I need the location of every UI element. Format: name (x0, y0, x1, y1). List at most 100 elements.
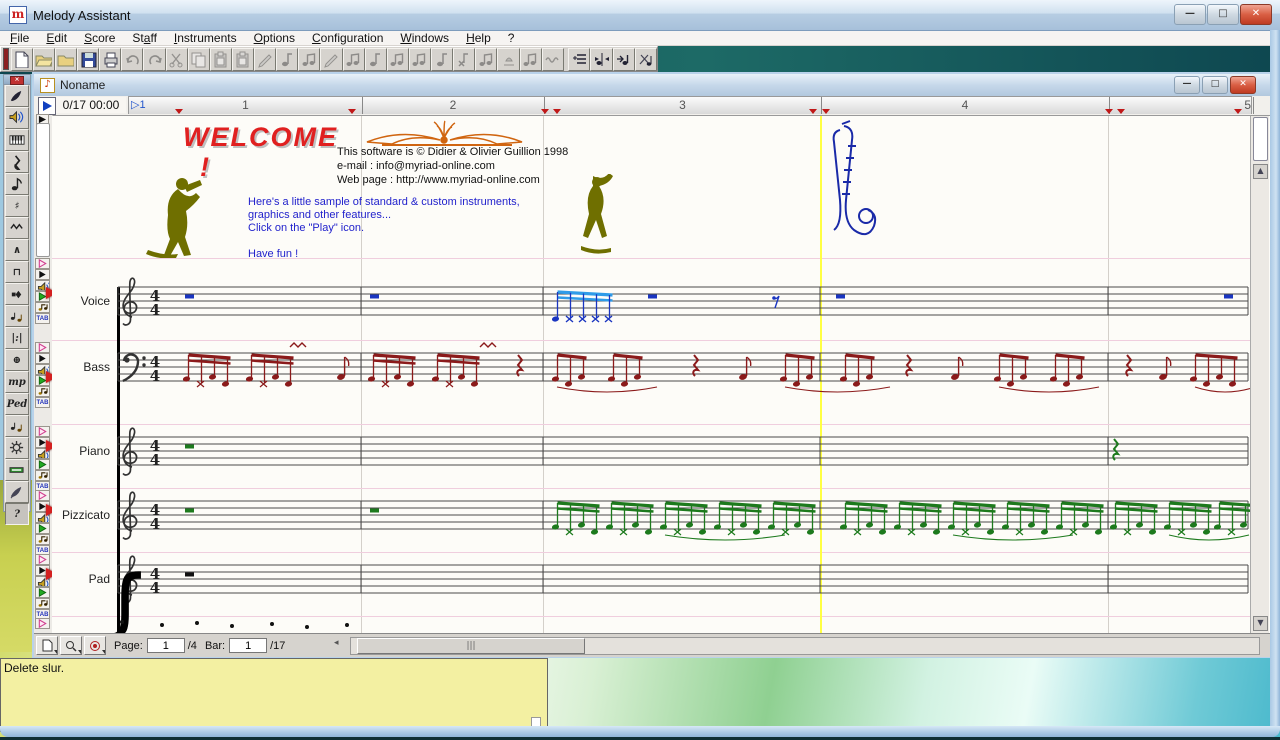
staff-list-button[interactable] (568, 48, 590, 71)
menu-help[interactable]: Help (466, 31, 491, 45)
notes-icon[interactable] (35, 302, 50, 313)
play-outline-icon[interactable] (35, 618, 50, 629)
accent-tool-button[interactable]: ∧ (5, 239, 29, 261)
ruler-measure-5[interactable]: 5 (1109, 97, 1254, 114)
play-outline-icon[interactable] (35, 426, 50, 437)
list-icon (571, 51, 588, 68)
pencil-icon (257, 51, 274, 68)
notes-icon[interactable] (35, 534, 50, 545)
app-icon: m (9, 6, 27, 24)
quill-tool-button[interactable] (5, 481, 29, 503)
print-button[interactable] (99, 48, 121, 71)
record-mode-button[interactable] (84, 636, 106, 655)
horizontal-scrollbar-thumb[interactable]: ||| (357, 638, 585, 654)
tab-icon[interactable]: TAB (35, 397, 50, 408)
open-file-button[interactable] (33, 48, 55, 71)
play-outline-icon[interactable] (35, 342, 50, 353)
play-green-icon[interactable] (35, 523, 50, 534)
ruler-measure-3[interactable]: 3 (544, 97, 822, 114)
new-document-button[interactable] (11, 48, 33, 71)
sound-tool-button[interactable] (5, 107, 29, 129)
bar-input[interactable] (229, 638, 267, 653)
minimize-button[interactable]: — (1174, 76, 1200, 94)
staff-bass[interactable]: 44 (52, 333, 1250, 417)
align-icon (593, 51, 610, 68)
play-black-icon[interactable] (35, 353, 50, 364)
menu-?[interactable]: ? (508, 31, 515, 45)
close-file-button[interactable] (55, 48, 77, 71)
close-button[interactable]: ✕ (1230, 76, 1256, 94)
menu-staff[interactable]: Staff (132, 31, 156, 45)
svg-text:4: 4 (150, 451, 160, 469)
save-button[interactable] (77, 48, 99, 71)
vertical-scrollbar[interactable]: ▲ ▼ (1250, 116, 1269, 633)
notes-icon[interactable] (35, 470, 50, 481)
hscroll-left-icon[interactable]: ◂ (334, 636, 339, 650)
staff-pad[interactable]: 44 (52, 545, 1250, 629)
play-button[interactable] (38, 97, 56, 115)
note-insert-button[interactable] (613, 48, 635, 71)
bar-total: /17 (270, 640, 285, 652)
toolbar-grip[interactable] (3, 48, 9, 70)
score-canvas[interactable]: WELCOME ! This software is © Didier & Ol… (52, 116, 1250, 633)
menu-instruments[interactable]: Instruments (174, 31, 237, 45)
measure-ruler[interactable]: ▷1 12345 (128, 96, 1252, 114)
play-outline-icon[interactable] (35, 554, 50, 565)
menu-score[interactable]: Score (84, 31, 115, 45)
menu-edit[interactable]: Edit (46, 31, 67, 45)
tab-icon[interactable]: TAB (35, 313, 50, 324)
barline-tool-button[interactable]: |:| (5, 327, 29, 349)
menu-configuration[interactable]: Configuration (312, 31, 383, 45)
play-green-icon[interactable] (35, 459, 50, 470)
play-outline-icon[interactable] (35, 490, 50, 501)
color-bar-tool-button[interactable] (5, 459, 29, 481)
scroll-up-icon[interactable]: ▲ (1253, 164, 1268, 179)
duration-tool-button[interactable] (5, 283, 29, 305)
page-input[interactable] (147, 638, 185, 653)
palette-titlebar[interactable]: × (4, 75, 30, 85)
ruler-measure-2[interactable]: 2 (362, 97, 545, 114)
document-titlebar[interactable]: ♪ Noname —□✕ (34, 74, 1270, 97)
pointer-tool-button[interactable] (5, 85, 29, 107)
page-mode-button[interactable] (36, 636, 58, 655)
scroll-down-icon[interactable]: ▼ (1253, 616, 1268, 631)
minimize-button[interactable]: — (1174, 4, 1206, 25)
settings-tool-button[interactable] (5, 437, 29, 459)
ruler-measure-1[interactable]: 1 (129, 97, 363, 114)
help-tool-button[interactable]: ? (5, 503, 29, 525)
rest-tool-button[interactable] (5, 151, 29, 173)
note-tool-1-button (276, 48, 298, 71)
pedal-tool-button[interactable]: Ped (5, 393, 29, 415)
close-button[interactable]: ✕ (1240, 4, 1272, 25)
sharp-tool-button[interactable]: ♯ (5, 195, 29, 217)
horizontal-scrollbar[interactable]: ||| (350, 637, 1260, 655)
vertical-scrollbar-thumb[interactable] (1253, 117, 1268, 161)
welcome-copyright: This software is © Didier & Olivier Guil… (337, 146, 568, 159)
zoom-mode-button[interactable] (60, 636, 82, 655)
maximize-button[interactable]: □ (1202, 76, 1228, 94)
tuplet-tool-button[interactable]: ⊓ (5, 261, 29, 283)
play-black-icon[interactable] (35, 269, 50, 280)
vertical-zoom-slider[interactable] (36, 123, 50, 257)
grace-note-tool-button[interactable] (5, 305, 29, 327)
play-outline-icon[interactable] (35, 258, 50, 269)
play-green-icon[interactable] (35, 587, 50, 598)
menu-windows[interactable]: Windows (400, 31, 449, 45)
menu-file[interactable]: File (10, 31, 29, 45)
maximize-button[interactable]: □ (1207, 4, 1239, 25)
palette-close-icon[interactable]: × (10, 76, 24, 85)
ornament-tool-button[interactable] (5, 217, 29, 239)
note-cut-mode-button[interactable] (635, 48, 657, 71)
note-align-button[interactable] (590, 48, 612, 71)
keyboard-tool-button[interactable] (5, 129, 29, 151)
menu-options[interactable]: Options (254, 31, 295, 45)
dynamics-tool-button[interactable]: mp (5, 371, 29, 393)
notes-icon[interactable] (35, 386, 50, 397)
ruler-measure-4[interactable]: 4 (821, 97, 1110, 114)
ruler-marker-icon (1105, 109, 1113, 114)
coda-tool-button[interactable]: ⊕ (5, 349, 29, 371)
welcome-email: e-mail : info@myriad-online.com (337, 160, 495, 173)
notes-icon[interactable] (35, 598, 50, 609)
small-notes-tool-button[interactable] (5, 415, 29, 437)
note-tool-button[interactable] (5, 173, 29, 195)
